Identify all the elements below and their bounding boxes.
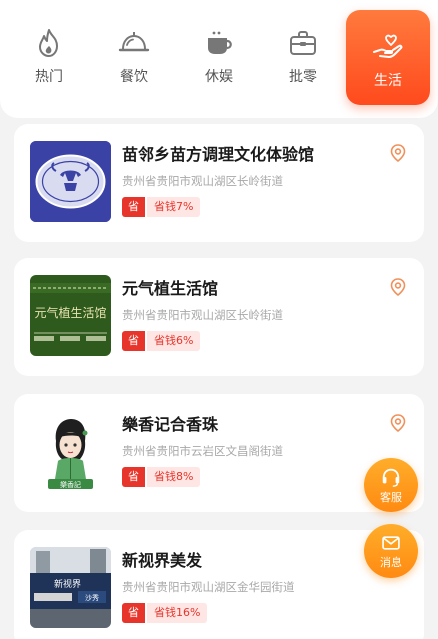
saving-rate: 省钱6% <box>147 331 201 351</box>
message-button[interactable]: 消息 <box>364 524 418 578</box>
location-pin-icon[interactable] <box>390 278 406 296</box>
envelope-icon <box>382 535 400 550</box>
tab-label: 休娱 <box>205 69 233 85</box>
fire-icon <box>39 29 58 57</box>
saving-badge: 省 省钱7% <box>122 197 201 217</box>
message-label: 消息 <box>380 555 402 569</box>
saving-badge: 省 省钱8% <box>122 467 201 487</box>
tab-leisure[interactable]: 休娱 <box>184 26 254 96</box>
saving-badge: 省 省钱6% <box>122 331 201 351</box>
shop-logo: 元气植生活馆 <box>30 275 111 356</box>
shop-logo: 新视界 沙秀 <box>30 547 111 628</box>
tab-hot[interactable]: 热门 <box>14 26 84 96</box>
headset-icon <box>382 468 400 487</box>
shop-card[interactable]: 新视界 沙秀 新视界美发 贵州省贵阳市观山湖区金华园街道 省 省钱16% <box>14 530 424 639</box>
shop-name: 樂香记合香珠 <box>122 415 219 434</box>
coffee-cup-icon <box>208 31 232 54</box>
tab-dining[interactable]: 餐饮 <box>99 26 169 96</box>
location-pin-icon[interactable] <box>390 144 406 162</box>
shop-address: 贵州省贵阳市云岩区文昌阁街道 <box>122 444 283 458</box>
saving-tag: 省 <box>122 603 145 623</box>
svg-text:元气植生活馆: 元气植生活馆 <box>34 305 106 320</box>
saving-badge: 省 省钱16% <box>122 603 208 623</box>
saving-rate: 省钱16% <box>147 603 208 623</box>
svg-text:樂香記: 樂香記 <box>60 480 81 489</box>
shop-address: 贵州省贵阳市观山湖区长岭街道 <box>122 308 283 322</box>
tab-label: 批零 <box>289 69 317 85</box>
svg-text:新视界: 新视界 <box>54 578 81 590</box>
shop-name: 新视界美发 <box>122 551 203 570</box>
customer-service-label: 客服 <box>380 490 402 504</box>
shop-logo <box>30 141 111 222</box>
shop-name: 元气植生活馆 <box>122 279 219 298</box>
saving-tag: 省 <box>122 467 145 487</box>
location-pin-icon[interactable] <box>390 414 406 432</box>
shop-address: 贵州省贵阳市观山湖区金华园街道 <box>122 580 295 594</box>
shop-card[interactable]: 樂香記 樂香记合香珠 贵州省贵阳市云岩区文昌阁街道 省 省钱8% <box>14 394 424 512</box>
shop-name: 苗邻乡苗方调理文化体验馆 <box>122 145 315 164</box>
tab-retail[interactable]: 批零 <box>268 26 338 96</box>
tab-label: 生活 <box>374 73 402 89</box>
customer-service-button[interactable]: 客服 <box>364 458 418 512</box>
briefcase-icon <box>290 31 316 55</box>
tab-label: 餐饮 <box>120 69 148 85</box>
shop-address: 贵州省贵阳市观山湖区长岭街道 <box>122 174 283 188</box>
tab-life[interactable]: 生活 <box>346 10 430 105</box>
shop-card[interactable]: 元气植生活馆 元气植生活馆 贵州省贵阳市观山湖区长岭街道 省 省钱6% <box>14 258 424 376</box>
saving-rate: 省钱8% <box>147 467 201 487</box>
category-tab-bar: 热门 餐饮 休娱 批零 生活 <box>0 0 438 118</box>
shop-card[interactable]: 苗邻乡苗方调理文化体验馆 贵州省贵阳市观山湖区长岭街道 省 省钱7% <box>14 124 424 242</box>
cloche-icon <box>118 32 150 52</box>
tab-label: 热门 <box>35 69 63 85</box>
shop-logo: 樂香記 <box>30 411 111 492</box>
saving-tag: 省 <box>122 331 145 351</box>
hand-heart-icon <box>373 34 403 58</box>
svg-text:沙秀: 沙秀 <box>85 593 99 602</box>
saving-tag: 省 <box>122 197 145 217</box>
saving-rate: 省钱7% <box>147 197 201 217</box>
